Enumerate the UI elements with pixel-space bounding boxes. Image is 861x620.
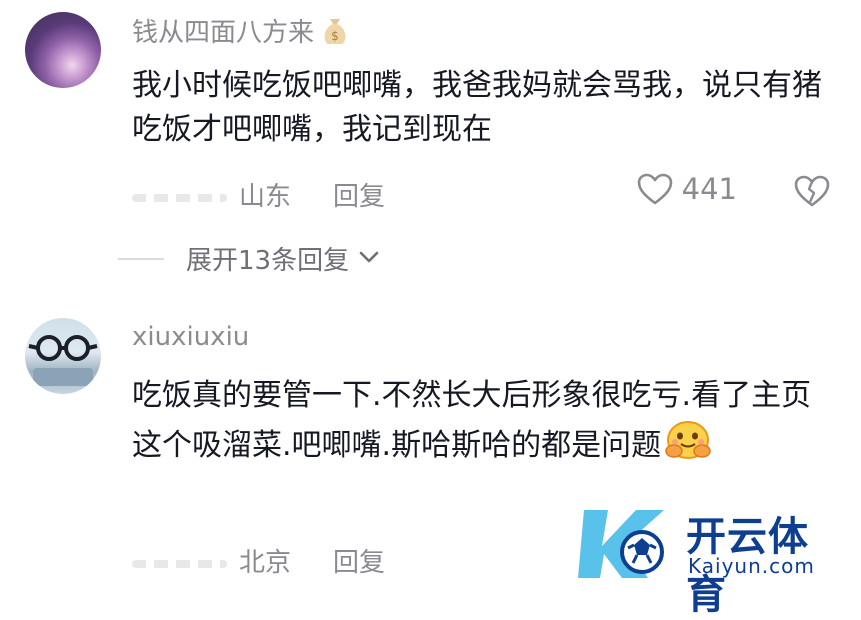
heart-icon (637, 173, 672, 205)
comment-username[interactable]: xiuxiuxiu (132, 322, 249, 352)
reply-button[interactable]: 回复 (333, 548, 385, 578)
chevron-down-icon (357, 244, 381, 274)
comment-meta: 北京 回复 (132, 542, 385, 579)
watermark-logo: 开云体育 Kaiyun.com (578, 498, 848, 618)
reply-button[interactable]: 回复 (333, 182, 385, 212)
like-count: 441 (681, 172, 737, 206)
like-button[interactable]: 441 (636, 172, 737, 206)
comment-text: 我小时候吃饭吧唧嘴，我爸我妈就会骂我，说只有猪吃饭才吧唧嘴，我记到现在 (132, 68, 822, 147)
username-text: 钱从四面八方来 (132, 18, 315, 48)
expand-replies-label: 展开13条回复 (186, 246, 350, 276)
dislike-button[interactable] (793, 174, 831, 212)
watermark-en: Kaiyun.com (688, 554, 815, 578)
glasses-avatar-graphic (28, 335, 98, 386)
money-bag-icon: $ (318, 13, 352, 54)
avatar[interactable] (25, 12, 101, 88)
username-text: xiuxiuxiu (132, 322, 250, 352)
comment-location: 山东 (239, 182, 292, 212)
hug-emoji-icon (663, 418, 713, 475)
broken-heart-icon (794, 175, 830, 207)
kaiyun-logo-icon (578, 510, 664, 578)
comment-item: 钱从四面八方来 $ 我小时候吃饭吧唧嘴，我爸我妈就会骂我，说只有猪吃饭才吧唧嘴，… (0, 0, 861, 240)
divider (118, 257, 164, 260)
blurred-timestamp (132, 193, 227, 202)
expand-replies-button[interactable]: 展开13条回复 (118, 240, 381, 277)
comment-meta: 山东 回复 (132, 176, 385, 213)
svg-text:$: $ (331, 29, 339, 43)
comment-location: 北京 (239, 548, 292, 578)
avatar[interactable] (25, 318, 101, 394)
comment-text: 吃饭真的要管一下.不然长大后形象很吃亏.看了主页这个吸溜菜.吧唧嘴.斯哈斯哈的都… (132, 374, 832, 475)
comment-username[interactable]: 钱从四面八方来 $ (132, 12, 352, 54)
blurred-timestamp (132, 559, 227, 568)
